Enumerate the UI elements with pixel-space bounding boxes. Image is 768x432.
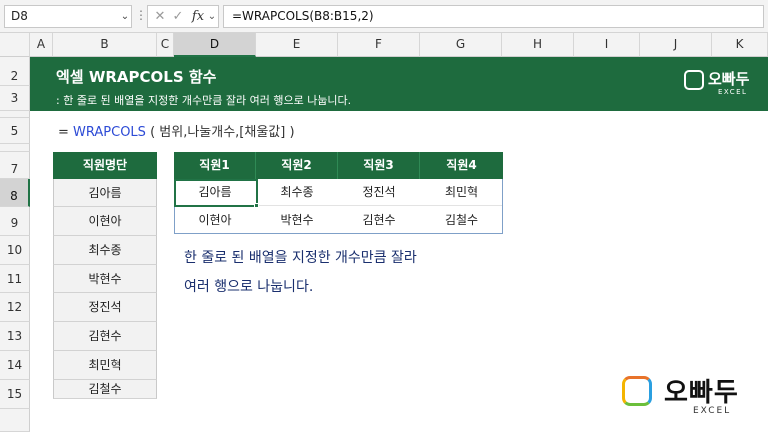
fill-handle[interactable]: [254, 203, 259, 208]
column-header-d[interactable]: D: [174, 33, 256, 57]
result-header[interactable]: 직원2: [256, 152, 338, 179]
column-header-g[interactable]: G: [420, 33, 502, 57]
logo-icon: [684, 70, 704, 90]
row-header-3[interactable]: 3: [0, 86, 30, 111]
syntax-function-name: WRAPCOLS: [73, 125, 146, 140]
source-cell[interactable]: 최민혁: [53, 351, 157, 380]
enter-icon[interactable]: ✓: [170, 6, 186, 27]
row-header-4[interactable]: 4: [0, 111, 30, 118]
row-header-16[interactable]: [0, 409, 30, 432]
logo-text: 오빠두: [708, 70, 750, 88]
column-header-h[interactable]: H: [502, 33, 574, 57]
function-syntax: = WRAPCOLS ( 범위,나눌개수,[채울값] ): [58, 121, 295, 140]
chevron-down-icon[interactable]: ⌄: [206, 6, 218, 27]
row-header-12[interactable]: 12: [0, 293, 30, 322]
source-cell[interactable]: 이현아: [53, 207, 157, 236]
select-all-corner[interactable]: [0, 33, 30, 57]
row-header-14[interactable]: 14: [0, 351, 30, 380]
description-line-2: 여러 행으로 나눕니다.: [184, 279, 314, 295]
column-header-a[interactable]: A: [30, 33, 53, 57]
column-header-k[interactable]: K: [712, 33, 768, 57]
source-list-header[interactable]: 직원명단: [53, 152, 157, 179]
cancel-icon[interactable]: ✕: [152, 6, 168, 27]
column-header-b[interactable]: B: [53, 33, 157, 57]
row-header-2[interactable]: 2: [0, 57, 30, 86]
row-header-9[interactable]: 9: [0, 207, 30, 236]
logo-text: 오빠두: [664, 378, 739, 408]
formula-tools: ✕ ✓ fx ⌄: [147, 5, 219, 28]
column-header-e[interactable]: E: [256, 33, 338, 57]
syntax-args: ( 범위,나눌개수,[채울값] ): [145, 125, 295, 140]
more-options-icon[interactable]: ⋮: [135, 5, 147, 28]
source-cell[interactable]: 김현수: [53, 322, 157, 351]
source-cell[interactable]: 김아름: [53, 179, 157, 207]
result-header[interactable]: 직원4: [420, 152, 503, 179]
insert-function-icon[interactable]: fx: [190, 6, 206, 27]
source-cell[interactable]: 박현수: [53, 265, 157, 293]
result-header[interactable]: 직원1: [174, 152, 256, 179]
row-header-7[interactable]: 7: [0, 152, 30, 179]
result-header[interactable]: 직원3: [338, 152, 420, 179]
banner-title: 엑셀 WRAPCOLS 함수: [56, 68, 217, 86]
source-cell[interactable]: 최수종: [53, 236, 157, 265]
active-cell-outline[interactable]: [174, 179, 258, 207]
row-header-6[interactable]: 6: [0, 144, 30, 152]
source-cell[interactable]: 정진석: [53, 293, 157, 322]
formula-input[interactable]: =WRAPCOLS(B8:B15,2): [223, 5, 764, 28]
column-header-c[interactable]: C: [157, 33, 174, 57]
row-header-5[interactable]: 5: [0, 118, 30, 144]
column-header-j[interactable]: J: [640, 33, 712, 57]
row-header-11[interactable]: 11: [0, 265, 30, 293]
name-box[interactable]: D8: [4, 5, 132, 28]
row-header-10[interactable]: 10: [0, 236, 30, 265]
chevron-down-icon[interactable]: ⌄: [118, 5, 132, 28]
column-header-i[interactable]: I: [574, 33, 640, 57]
logo-subtext: EXCEL: [693, 406, 732, 416]
syntax-prefix: =: [58, 125, 74, 140]
source-cell[interactable]: 김철수: [53, 380, 157, 399]
logo-subtext: EXCEL: [718, 88, 748, 96]
logo-icon: [622, 376, 652, 406]
description-line-1: 한 줄로 된 배열을 지정한 개수만큼 잘라: [184, 250, 417, 266]
banner-subtitle: : 한 줄로 된 배열을 지정한 개수만큼 잘라 여러 행으로 나눕니다.: [56, 94, 352, 107]
row-header-13[interactable]: 13: [0, 322, 30, 351]
column-header-f[interactable]: F: [338, 33, 420, 57]
row-header-15[interactable]: 15: [0, 380, 30, 409]
row-header-8[interactable]: 8: [0, 179, 30, 207]
